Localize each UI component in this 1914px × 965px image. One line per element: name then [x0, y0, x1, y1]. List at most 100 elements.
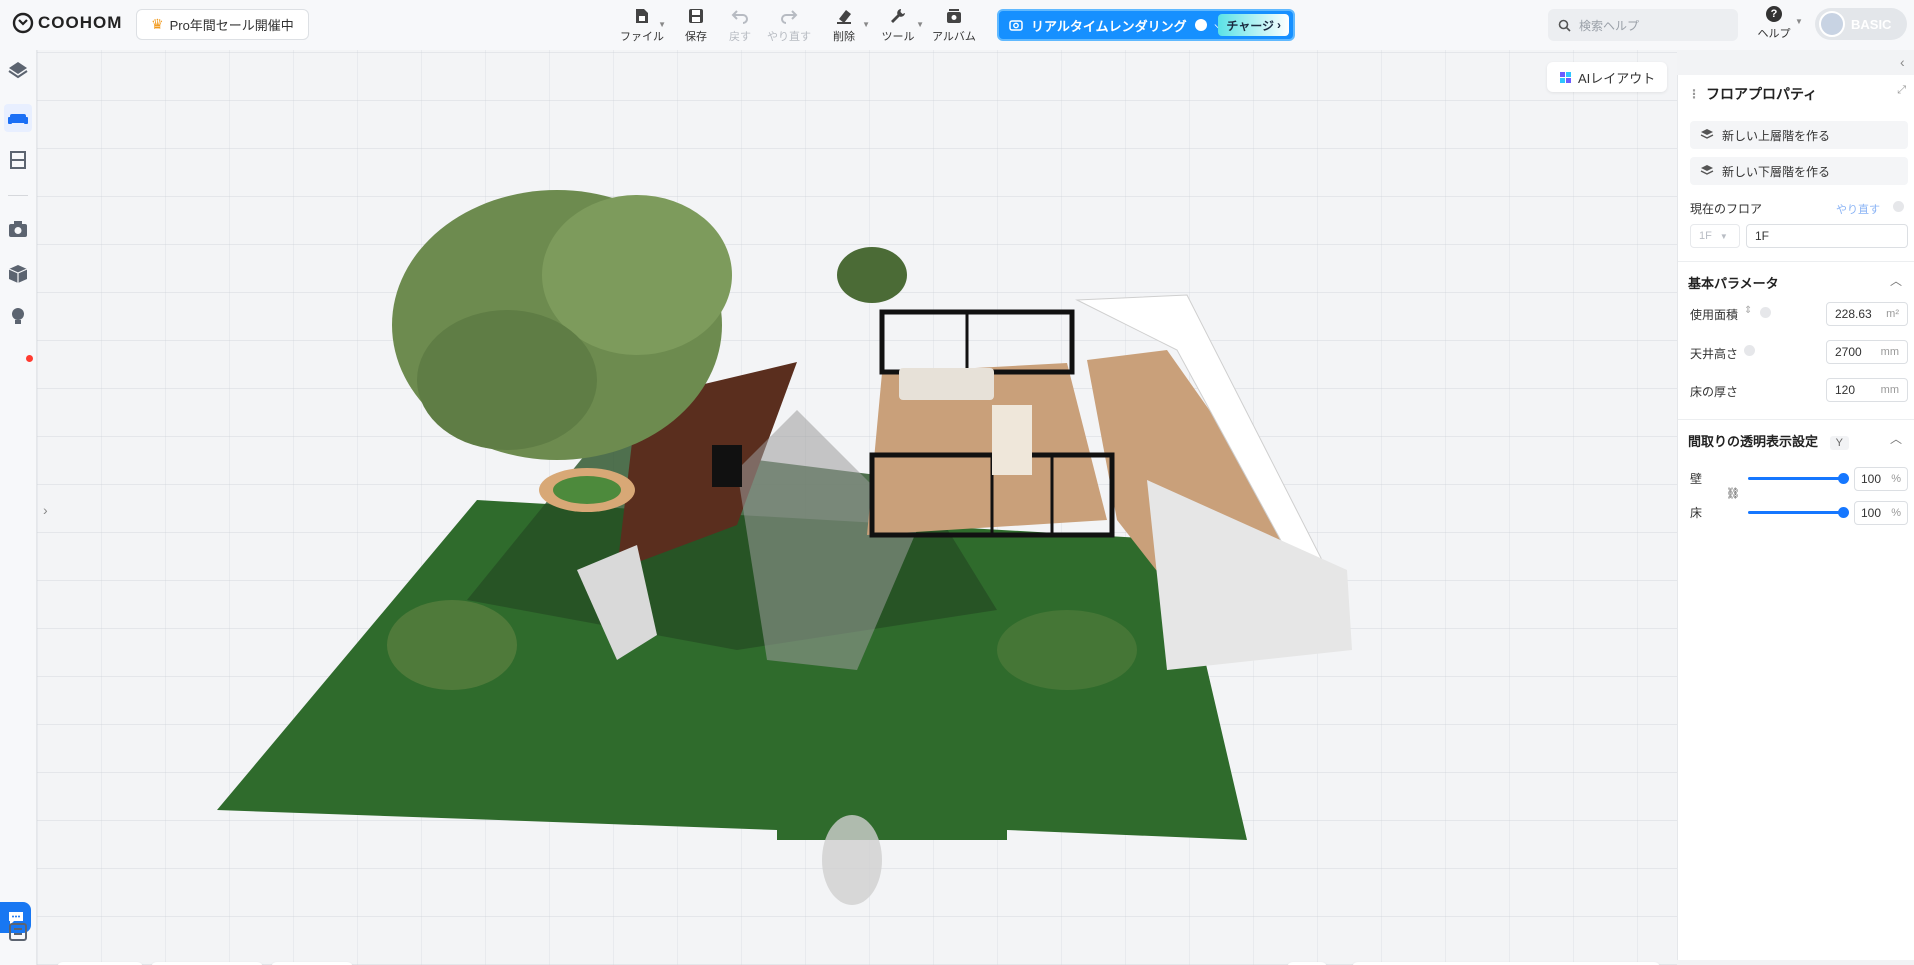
charge-button[interactable]: チャージ › — [1218, 14, 1289, 36]
current-floor-label: 現在のフロア — [1690, 202, 1763, 216]
new-upper-label: 新しい上層階を作る — [1722, 128, 1831, 143]
info-icon[interactable] — [1744, 345, 1755, 356]
sidebar-item-package[interactable] — [4, 260, 32, 288]
file-label: ファイル — [620, 31, 664, 43]
logo[interactable]: COOHOM — [12, 12, 122, 34]
divider — [1678, 261, 1914, 262]
render-toggle[interactable] — [1194, 19, 1207, 31]
floor-name-value: 1F — [1755, 229, 1770, 243]
sidebar-item-catalog[interactable] — [4, 918, 32, 946]
ceiling-label: 天井高さ — [1690, 347, 1739, 361]
delete-menu-button[interactable]: 削除 ▼ — [818, 4, 870, 44]
floor-thickness-label: 床の厚さ — [1690, 385, 1739, 399]
layer-add-icon — [1700, 129, 1714, 139]
thickness-value: 120 — [1835, 383, 1856, 397]
plan-badge: BASIC — [1851, 16, 1892, 32]
cabinet-icon — [10, 151, 26, 169]
chevron-up-icon[interactable]: ︿ — [1890, 272, 1902, 289]
new-lower-label: 新しい下層階を作る — [1722, 164, 1831, 179]
floor-transparency-slider[interactable] — [1748, 507, 1849, 518]
shortcut-badge: Y — [1829, 436, 1849, 450]
promo-banner[interactable]: ♛ Pro年間セール開催中 — [136, 9, 309, 40]
wall-value: 100 — [1861, 472, 1882, 486]
dining-table — [992, 405, 1032, 475]
box-icon — [8, 265, 28, 283]
sidebar-item-render[interactable] — [4, 215, 32, 243]
sidebar-divider — [8, 195, 28, 196]
link-icon[interactable]: ⛓ — [1726, 487, 1740, 500]
lightbulb-icon — [12, 308, 24, 324]
sidebar-item-furniture[interactable] — [4, 104, 32, 132]
sidebar-item-materials[interactable] — [4, 146, 32, 174]
save-icon — [689, 9, 703, 23]
layer-add-icon — [1700, 165, 1714, 175]
floor-transparency-input[interactable]: 100 % — [1854, 501, 1908, 525]
album-label: アルバム — [932, 31, 976, 43]
search-placeholder: 検索ヘルプ — [1579, 18, 1640, 33]
sidebar-item-lighting[interactable] — [4, 302, 32, 330]
wall-transparency-input[interactable]: 100 % — [1854, 467, 1908, 491]
expand-icon[interactable]: ⤢ — [1897, 84, 1906, 97]
album-button[interactable]: アルバム — [926, 4, 982, 44]
charge-label: チャージ — [1226, 18, 1274, 33]
info-icon[interactable] — [1893, 201, 1904, 212]
transparency-title: 間取りの透明表示設定 — [1688, 434, 1819, 449]
left-sidebar — [0, 50, 37, 965]
panel-title: フロアプロパティ — [1706, 86, 1818, 102]
panel-header[interactable]: ⋮ フロアプロパティ — [1688, 84, 1817, 104]
transparency-header[interactable]: 間取りの透明表示設定 Y — [1688, 431, 1849, 450]
chevron-down-icon[interactable]: ▼ — [1795, 17, 1803, 26]
info-icon[interactable] — [1760, 307, 1771, 318]
shrub — [837, 247, 907, 303]
undo-button[interactable]: 戻す — [720, 4, 760, 44]
wall-unit: % — [1891, 473, 1901, 485]
slider-knob[interactable] — [1838, 507, 1849, 518]
crown-icon: ♛ — [151, 16, 164, 32]
armchair — [712, 445, 742, 487]
glass-wall-back — [879, 309, 1075, 375]
file-menu-button[interactable]: ファイル ▼ — [612, 4, 672, 44]
floor-transparency-value: 100 — [1861, 506, 1882, 520]
top-bar: COOHOM ♛ Pro年間セール開催中 ファイル ▼ 保存 戻す やり直す 削… — [0, 0, 1914, 50]
new-lower-floor-button[interactable]: 新しい下層階を作る — [1690, 157, 1908, 185]
save-button[interactable]: 保存 — [672, 4, 720, 44]
tools-menu-button[interactable]: ツール ▼ — [870, 4, 926, 44]
sort-icon[interactable]: ⇕ — [1744, 305, 1752, 316]
basic-params-header[interactable]: 基本パラメータ — [1688, 273, 1779, 292]
floor-thickness-input[interactable]: 120 mm — [1826, 378, 1908, 402]
search-icon — [1558, 19, 1571, 32]
redo-button[interactable]: やり直す — [760, 4, 818, 44]
delete-label: 削除 — [833, 31, 855, 43]
wall-transparency-slider[interactable] — [1748, 473, 1849, 484]
slider-knob[interactable] — [1838, 473, 1849, 484]
shrub — [822, 815, 882, 905]
ceiling-height-input[interactable]: 2700 mm — [1826, 340, 1908, 364]
basic-params-title: 基本パラメータ — [1688, 276, 1779, 291]
help-search-input[interactable]: 検索ヘルプ — [1548, 9, 1738, 41]
area-input[interactable]: 228.63 m² — [1826, 302, 1908, 326]
floor-select[interactable]: 1F ▼ — [1690, 224, 1740, 248]
undo-icon — [731, 10, 748, 24]
current-floor-redo-link[interactable]: やり直す — [1836, 201, 1880, 217]
drag-handle-icon[interactable]: ⋮ — [1688, 87, 1700, 101]
tools-label: ツール — [881, 31, 915, 43]
new-upper-floor-button[interactable]: 新しい上層階を作る — [1690, 121, 1908, 149]
chevron-up-icon[interactable]: ︿ — [1890, 430, 1902, 447]
ceiling-unit: mm — [1880, 346, 1899, 358]
user-account-button[interactable]: BASIC — [1815, 8, 1907, 40]
sidebar-item-floorplan[interactable] — [4, 56, 32, 84]
floor-transparency-label: 床 — [1690, 506, 1703, 520]
ai-layout-label: AIレイアウト — [1578, 70, 1656, 86]
collapse-panel-icon[interactable]: ‹ — [1900, 54, 1905, 70]
3d-viewport[interactable]: › AIレイアウト 1F ▼ 2D▼ 3D▼ − 90 % + — [37, 50, 1677, 965]
area-value: 228.63 — [1835, 307, 1872, 321]
coohom-logo-icon — [12, 12, 34, 34]
floor-name-input[interactable]: 1F — [1746, 224, 1908, 248]
help-button[interactable]: ? ヘルプ — [1750, 6, 1798, 41]
help-label: ヘルプ — [1757, 28, 1791, 40]
realtime-render-button[interactable]: リアルタイムレンダリング ⌵ チャージ› — [997, 9, 1295, 41]
chevron-right-icon[interactable]: › — [43, 502, 48, 518]
layers-3d-icon — [8, 62, 28, 79]
ai-layout-button[interactable]: AIレイアウト — [1547, 62, 1668, 92]
3d-scene[interactable] — [37, 50, 1677, 965]
